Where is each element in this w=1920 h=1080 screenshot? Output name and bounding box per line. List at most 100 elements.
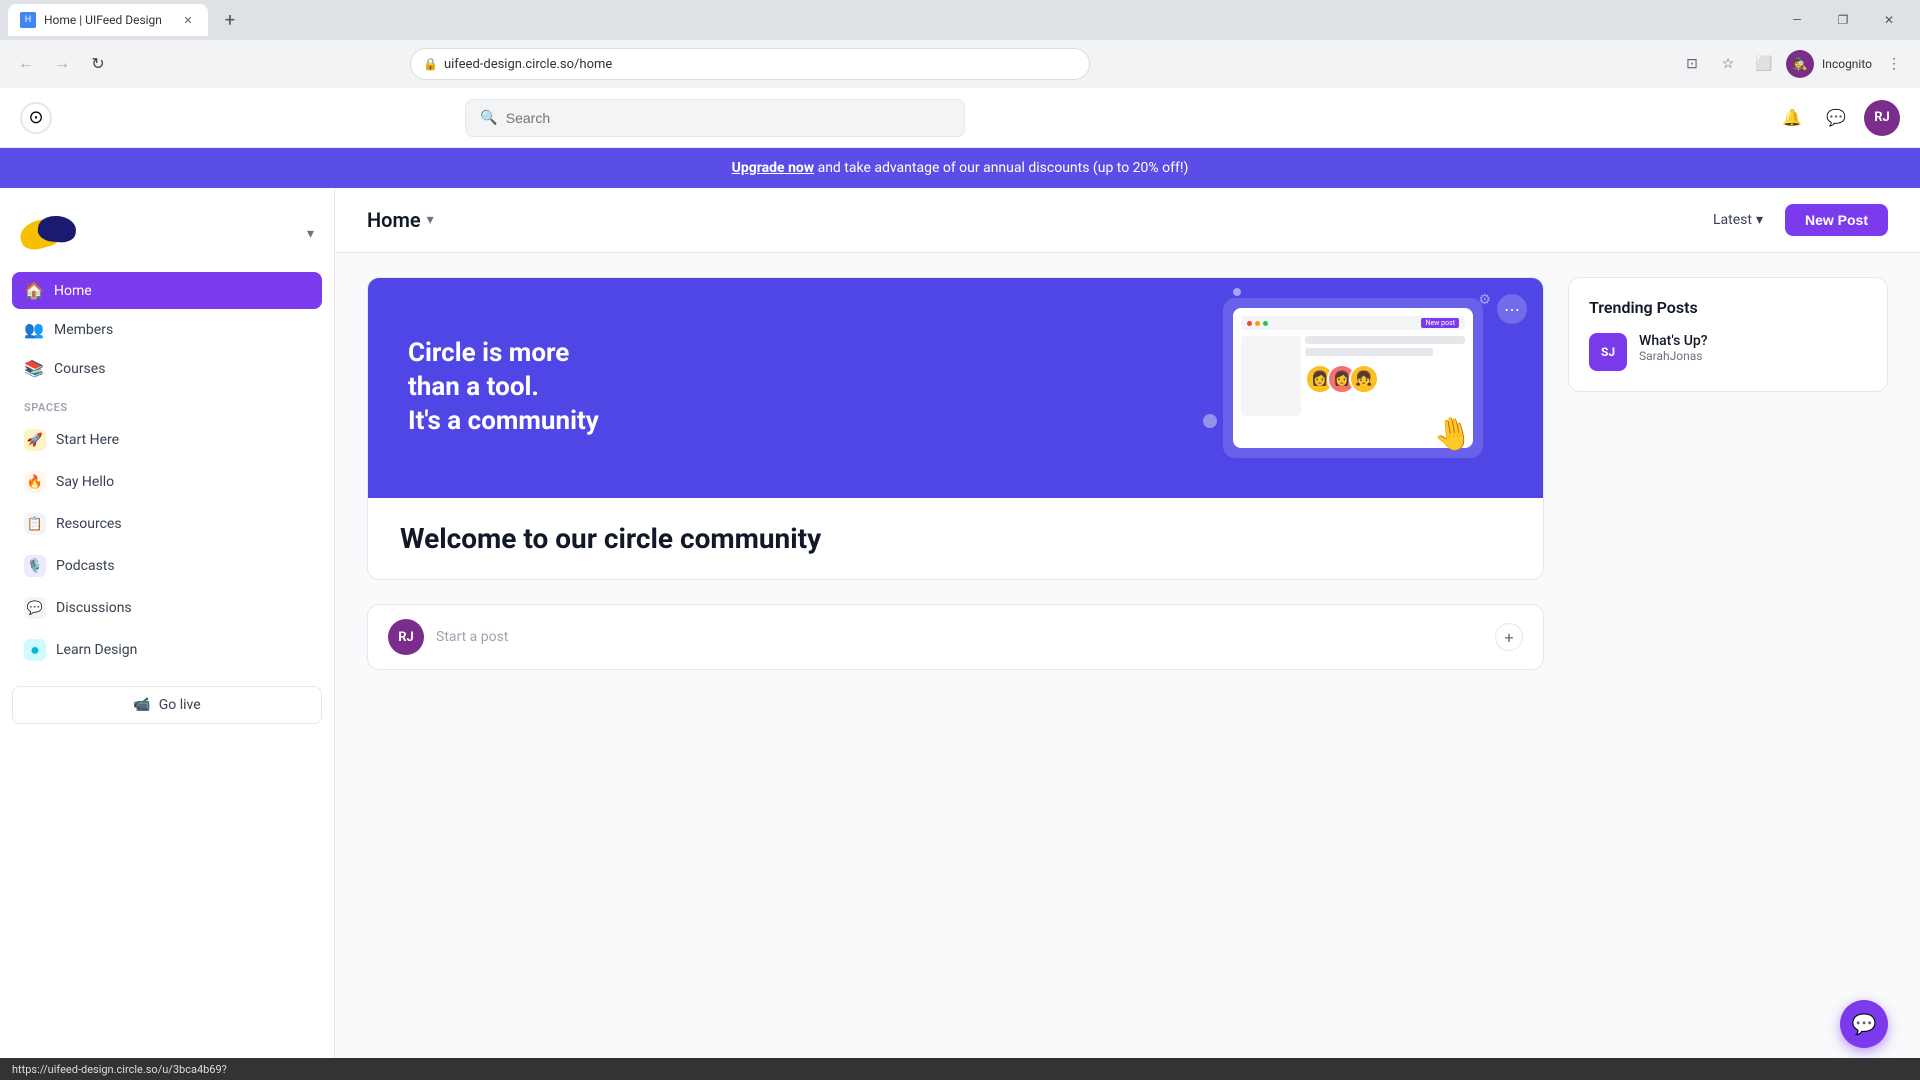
browser-action-buttons: ⊡ ☆ ⬜ 🕵 Incognito ⋮ bbox=[1678, 50, 1908, 78]
trending-item: SJ What's Up? SarahJonas bbox=[1589, 333, 1867, 371]
community-logo[interactable]: ⊙ bbox=[20, 102, 52, 134]
reload-btn[interactable]: ↻ bbox=[84, 50, 112, 78]
notifications-btn[interactable]: 🔔 bbox=[1776, 102, 1808, 134]
home-icon: 🏠 bbox=[24, 281, 44, 300]
window-controls: — ❐ ✕ bbox=[1774, 0, 1912, 40]
promo-banner: Upgrade now and take advantage of our an… bbox=[0, 148, 1920, 188]
cast-icon[interactable]: ⊡ bbox=[1678, 50, 1706, 78]
trending-post-title[interactable]: What's Up? bbox=[1639, 333, 1867, 349]
sidebar-nav: 🏠 Home 👥 Members 📚 Courses bbox=[0, 272, 334, 387]
top-bar: ⊙ 🔍 🔔 💬 RJ bbox=[0, 88, 1920, 148]
upgrade-link[interactable]: Upgrade now bbox=[732, 160, 814, 176]
sidebar-item-discussions[interactable]: 💬 Discussions bbox=[12, 588, 322, 628]
tab-close-btn[interactable]: ✕ bbox=[180, 12, 196, 28]
resources-label: Resources bbox=[56, 516, 122, 532]
more-options-btn[interactable]: ⋯ bbox=[1497, 294, 1527, 324]
incognito-profile-btn[interactable]: 🕵 bbox=[1786, 50, 1814, 78]
profile-window-icon[interactable]: ⬜ bbox=[1750, 50, 1778, 78]
spaces-nav: 🚀 Start Here 🔥 Say Hello 📋 Resources 🎙️ … bbox=[0, 420, 334, 670]
sidebar-item-resources[interactable]: 📋 Resources bbox=[12, 504, 322, 544]
post-user-avatar: RJ bbox=[388, 619, 424, 655]
forward-btn[interactable]: → bbox=[48, 50, 76, 78]
learn-design-label: Learn Design bbox=[56, 642, 137, 658]
podcasts-icon: 🎙️ bbox=[24, 555, 46, 577]
logo-dropdown-icon[interactable]: ▾ bbox=[307, 226, 314, 242]
messages-btn[interactable]: 💬 bbox=[1820, 102, 1852, 134]
courses-icon: 📚 bbox=[24, 359, 44, 378]
more-options-icon[interactable]: ⋮ bbox=[1880, 50, 1908, 78]
start-post-area[interactable]: RJ Start a post + bbox=[367, 604, 1544, 670]
sidebar-item-start-here[interactable]: 🚀 Start Here bbox=[12, 420, 322, 460]
sidebar-item-learn-design[interactable]: ● Learn Design bbox=[12, 630, 322, 670]
tab-title: Home | UIFeed Design bbox=[44, 13, 172, 27]
url-text: uifeed-design.circle.so/home bbox=[444, 57, 1077, 72]
discussions-icon: 💬 bbox=[24, 597, 46, 619]
sort-button[interactable]: Latest ▾ bbox=[1703, 206, 1773, 234]
trending-post-avatar: SJ bbox=[1589, 333, 1627, 371]
banner-heading: Circle is more than a tool. It's a commu… bbox=[408, 337, 599, 438]
close-btn[interactable]: ✕ bbox=[1866, 0, 1912, 40]
sidebar-home-label: Home bbox=[54, 283, 92, 299]
spaces-section-label: Spaces bbox=[0, 389, 334, 420]
resources-icon: 📋 bbox=[24, 513, 46, 535]
settings-icon: ⚙ bbox=[1478, 292, 1491, 308]
sidebar-item-podcasts[interactable]: 🎙️ Podcasts bbox=[12, 546, 322, 586]
sidebar-logo[interactable]: ▾ bbox=[0, 204, 334, 272]
browser-window: H Home | UIFeed Design ✕ + — ❐ ✕ ← → ↻ 🔒… bbox=[0, 0, 1920, 1080]
learn-design-icon: ● bbox=[24, 639, 46, 661]
start-here-label: Start Here bbox=[56, 432, 119, 448]
content-area: Home ▾ Latest ▾ New Post bbox=[335, 188, 1920, 1058]
search-icon: 🔍 bbox=[480, 110, 497, 126]
status-url: https://uifeed-design.circle.so/u/3bca4b… bbox=[12, 1063, 227, 1076]
header-actions: Latest ▾ New Post bbox=[1703, 204, 1888, 236]
welcome-banner: Circle is more than a tool. It's a commu… bbox=[368, 278, 1543, 498]
go-live-button[interactable]: 📹 Go live bbox=[12, 686, 322, 724]
right-sidebar: Trending Posts SJ What's Up? SarahJonas bbox=[1568, 277, 1888, 1034]
trending-post-info: What's Up? SarahJonas bbox=[1639, 333, 1867, 363]
browser-titlebar: H Home | UIFeed Design ✕ + — ❐ ✕ bbox=[0, 0, 1920, 40]
page-title-area: Home ▾ bbox=[367, 208, 434, 232]
go-live-icon: 📹 bbox=[133, 697, 150, 713]
sidebar-item-say-hello[interactable]: 🔥 Say Hello bbox=[12, 462, 322, 502]
lock-icon: 🔒 bbox=[423, 57, 438, 71]
incognito-label: Incognito bbox=[1822, 57, 1872, 71]
maximize-btn[interactable]: ❐ bbox=[1820, 0, 1866, 40]
sidebar-item-members[interactable]: 👥 Members bbox=[12, 311, 322, 348]
new-tab-button[interactable]: + bbox=[216, 6, 244, 34]
trending-post-author[interactable]: SarahJonas bbox=[1639, 349, 1867, 363]
status-bar: https://uifeed-design.circle.so/u/3bca4b… bbox=[0, 1058, 1920, 1080]
tab-favicon: H bbox=[20, 12, 36, 28]
sidebar: ▾ 🏠 Home 👥 Members 📚 Courses bbox=[0, 188, 335, 1058]
trending-card: Trending Posts SJ What's Up? SarahJonas bbox=[1568, 277, 1888, 392]
post-placeholder: Start a post bbox=[436, 629, 1483, 645]
logo-icon: ⊙ bbox=[28, 107, 43, 128]
search-input[interactable] bbox=[506, 110, 951, 126]
page-title-dropdown-icon[interactable]: ▾ bbox=[427, 212, 434, 228]
start-here-icon: 🚀 bbox=[24, 429, 46, 451]
main-layout: ▾ 🏠 Home 👥 Members 📚 Courses bbox=[0, 188, 1920, 1058]
trending-title: Trending Posts bbox=[1589, 298, 1867, 317]
browser-navbar: ← → ↻ 🔒 uifeed-design.circle.so/home ⊡ ☆… bbox=[0, 40, 1920, 88]
search-bar[interactable]: 🔍 bbox=[465, 99, 965, 137]
sidebar-courses-label: Courses bbox=[54, 361, 105, 377]
post-add-button[interactable]: + bbox=[1495, 623, 1523, 651]
sidebar-item-courses[interactable]: 📚 Courses bbox=[12, 350, 322, 387]
content-header: Home ▾ Latest ▾ New Post bbox=[335, 188, 1920, 253]
sidebar-item-home[interactable]: 🏠 Home bbox=[12, 272, 322, 309]
welcome-title: Welcome to our circle community bbox=[400, 522, 1511, 555]
welcome-banner-text: Circle is more than a tool. It's a commu… bbox=[368, 297, 639, 478]
sidebar-members-label: Members bbox=[54, 322, 113, 338]
back-btn[interactable]: ← bbox=[12, 50, 40, 78]
app-container: ⊙ 🔍 🔔 💬 RJ Upgrade now and take advantag… bbox=[0, 88, 1920, 1058]
user-avatar-btn[interactable]: RJ bbox=[1864, 100, 1900, 136]
welcome-card: Circle is more than a tool. It's a commu… bbox=[367, 277, 1544, 580]
bookmark-icon[interactable]: ☆ bbox=[1714, 50, 1742, 78]
new-post-button[interactable]: New Post bbox=[1785, 204, 1888, 236]
feed-area: Circle is more than a tool. It's a commu… bbox=[335, 253, 1920, 1058]
podcasts-label: Podcasts bbox=[56, 558, 115, 574]
top-bar-actions: 🔔 💬 RJ bbox=[1776, 100, 1900, 136]
browser-tab[interactable]: H Home | UIFeed Design ✕ bbox=[8, 4, 208, 36]
minimize-btn[interactable]: — bbox=[1774, 0, 1820, 40]
address-bar[interactable]: 🔒 uifeed-design.circle.so/home bbox=[410, 48, 1090, 80]
chat-fab-button[interactable]: 💬 bbox=[1840, 1000, 1888, 1048]
